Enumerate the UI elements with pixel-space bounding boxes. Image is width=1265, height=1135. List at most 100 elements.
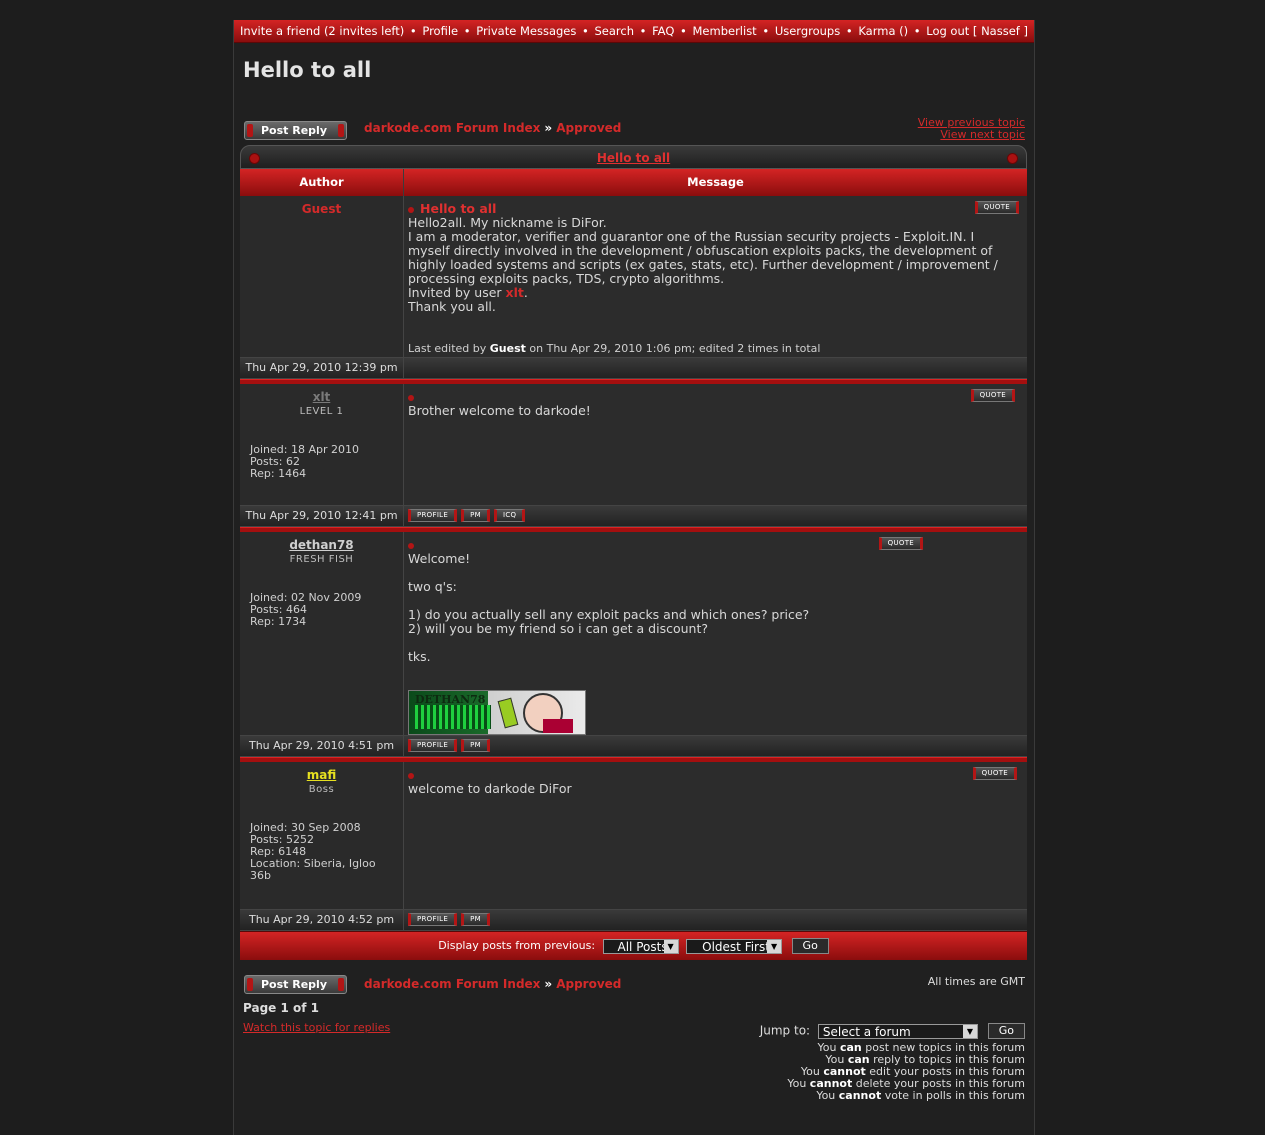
post-footer-row: Thu Apr 29, 2010 4:52 pm PROFILE PM — [240, 910, 1027, 931]
nav-karma[interactable]: Karma () — [858, 24, 908, 38]
post-footer-buttons: PROFILE PM ICQ — [404, 506, 1027, 526]
nav-memberlist[interactable]: Memberlist — [693, 24, 757, 38]
nav-usergroups[interactable]: Usergroups — [775, 24, 840, 38]
post-body-line: myself directly involved in the developm… — [408, 243, 993, 258]
profile-button[interactable]: PROFILE — [408, 509, 458, 522]
jump-go-button[interactable]: Go — [987, 1023, 1025, 1039]
quote-button[interactable]: QUOTE — [878, 537, 923, 550]
top-nav: Invite a friend (2 invites left) • Profi… — [234, 20, 1034, 43]
post-subject: Hello to all — [420, 201, 497, 216]
post-icon — [408, 394, 414, 401]
quote-button[interactable]: QUOTE — [972, 767, 1017, 780]
author-location: Location: Siberia, Igloo 36b — [250, 857, 376, 882]
nav-faq[interactable]: FAQ — [652, 24, 674, 38]
display-go-button[interactable]: Go — [791, 938, 829, 954]
pm-button[interactable]: PM — [461, 913, 490, 926]
decor-dot — [1007, 153, 1018, 164]
nav-invite-friend[interactable]: Invite a friend (2 invites left) — [240, 24, 404, 38]
nav-search[interactable]: Search — [594, 24, 634, 38]
nav-separator: • — [409, 24, 417, 38]
post-message-cell: Welcome! two q's: 1) do you actually sel… — [404, 532, 1027, 735]
nav-profile[interactable]: Profile — [422, 24, 458, 38]
chevron-down-icon: ▼ — [663, 939, 678, 953]
post-body-line: highly loaded systems and scripts (ex ga… — [408, 257, 998, 272]
decor-dot — [249, 153, 260, 164]
post-author-name[interactable]: xlt — [240, 390, 403, 404]
post-body-line: tks. — [408, 649, 431, 664]
post-author-rank: Boss — [308, 784, 335, 795]
profile-button[interactable]: PROFILE — [408, 739, 458, 752]
jump-label: Jump to: — [759, 1023, 811, 1038]
nav-separator: • — [762, 24, 770, 38]
post-date: Thu Apr 29, 2010 12:39 pm — [240, 358, 404, 378]
post-thanks-line: Thank you all. — [408, 299, 496, 314]
post-author-name[interactable]: dethan78 — [240, 538, 403, 552]
page-title: Hello to all — [243, 58, 372, 82]
post-author-cell: dethan78 FRESH FISH Joined: 02 Nov 2009 … — [240, 532, 404, 735]
display-order-value: Oldest First — [702, 939, 770, 954]
nav-username[interactable]: [ Nassef ] — [973, 24, 1028, 38]
column-header-row: Author Message — [240, 169, 1027, 196]
icq-button[interactable]: ICQ — [493, 509, 526, 522]
display-posts-select[interactable]: All Posts ▼ — [602, 938, 679, 954]
watch-topic-link[interactable]: Watch this topic for replies — [243, 1021, 390, 1034]
post-row: xlt LEVEL 1 Joined: 18 Apr 2010 Posts: 6… — [240, 384, 1027, 506]
view-next-topic-link[interactable]: View next topic — [918, 129, 1025, 141]
edited-suffix: on Thu Apr 29, 2010 1:06 pm; edited 2 ti… — [525, 342, 821, 355]
author-rep: Rep: 1734 — [250, 615, 307, 628]
post-invited-line: Invited by user xlt. — [408, 286, 1023, 300]
invited-suffix: . — [523, 285, 528, 300]
permission-line: You cannot vote in polls in this forum — [787, 1090, 1025, 1102]
nav-separator: • — [913, 24, 921, 38]
forum-permissions: You can post new topics in this forum Yo… — [787, 1042, 1025, 1102]
invited-prefix: Invited by user — [408, 285, 506, 300]
breadcrumb-forum[interactable]: Approved — [556, 121, 621, 135]
perm-verb: cannot — [838, 1089, 882, 1102]
pm-button[interactable]: PM — [461, 739, 490, 752]
display-posts-value: All Posts — [617, 939, 668, 954]
post-row: mafi Boss Joined: 30 Sep 2008 Posts: 525… — [240, 762, 1027, 910]
nav-separator: • — [582, 24, 589, 38]
post-author-name: Guest — [301, 202, 342, 216]
quote-button[interactable]: QUOTE — [974, 201, 1019, 214]
post-footer-buttons — [404, 358, 1027, 378]
breadcrumb-forum[interactable]: Approved — [556, 977, 621, 991]
breadcrumb-bottom: darkode.com Forum Index » Approved — [364, 977, 621, 991]
jump-forum-select[interactable]: Select a forum ▼ — [817, 1023, 978, 1039]
breadcrumb-separator: » — [544, 977, 553, 991]
invited-user-link[interactable]: xlt — [506, 285, 524, 300]
post-icon — [408, 772, 414, 779]
post-author-cell: Guest — [240, 196, 404, 357]
perm-pre: You — [816, 1089, 839, 1102]
post-date: Thu Apr 29, 2010 4:52 pm — [240, 910, 404, 930]
signature-bars — [415, 705, 491, 729]
post-message-cell: Brother welcome to darkode! QUOTE — [404, 384, 1027, 505]
post-reply-button[interactable]: Post Reply — [244, 121, 347, 140]
post-date: Thu Apr 29, 2010 12:41 pm — [240, 506, 404, 526]
display-order-select[interactable]: Oldest First ▼ — [686, 938, 783, 954]
nav-private-messages[interactable]: Private Messages — [476, 24, 576, 38]
nav-log-out[interactable]: Log out — [926, 24, 969, 38]
post-body: welcome to darkode DiFor — [408, 781, 572, 796]
breadcrumb-forum-index[interactable]: darkode.com Forum Index — [364, 977, 540, 991]
topic-title-link[interactable]: Hello to all — [597, 151, 670, 165]
breadcrumb-forum-index[interactable]: darkode.com Forum Index — [364, 121, 540, 135]
pm-button[interactable]: PM — [461, 509, 490, 522]
nav-separator: • — [845, 24, 853, 38]
post-footer-buttons: PROFILE PM — [404, 910, 1027, 930]
post-reply-button-bottom[interactable]: Post Reply — [244, 975, 347, 994]
post-date: Thu Apr 29, 2010 4:51 pm — [240, 736, 404, 756]
post-body-blank — [408, 566, 1023, 580]
jump-forum-value: Select a forum — [822, 1024, 911, 1039]
post-author-stats: Joined: 02 Nov 2009 Posts: 464 Rep: 1734 — [250, 592, 361, 628]
post-author-name[interactable]: mafi — [240, 768, 403, 782]
topic-table: Hello to all Author Message Guest Hello … — [240, 145, 1027, 960]
post-icon — [408, 206, 414, 213]
signature-banner: DETHAN78 — [408, 690, 586, 735]
profile-button[interactable]: PROFILE — [408, 913, 458, 926]
post-row: Guest Hello to all Hello2all. My nicknam… — [240, 196, 1027, 358]
quote-button[interactable]: QUOTE — [970, 389, 1015, 402]
display-options-bar: Display posts from previous: All Posts ▼ … — [240, 931, 1027, 960]
nav-separator: • — [639, 24, 647, 38]
post-author-stats: Joined: 18 Apr 2010 Posts: 62 Rep: 1464 — [250, 444, 359, 480]
